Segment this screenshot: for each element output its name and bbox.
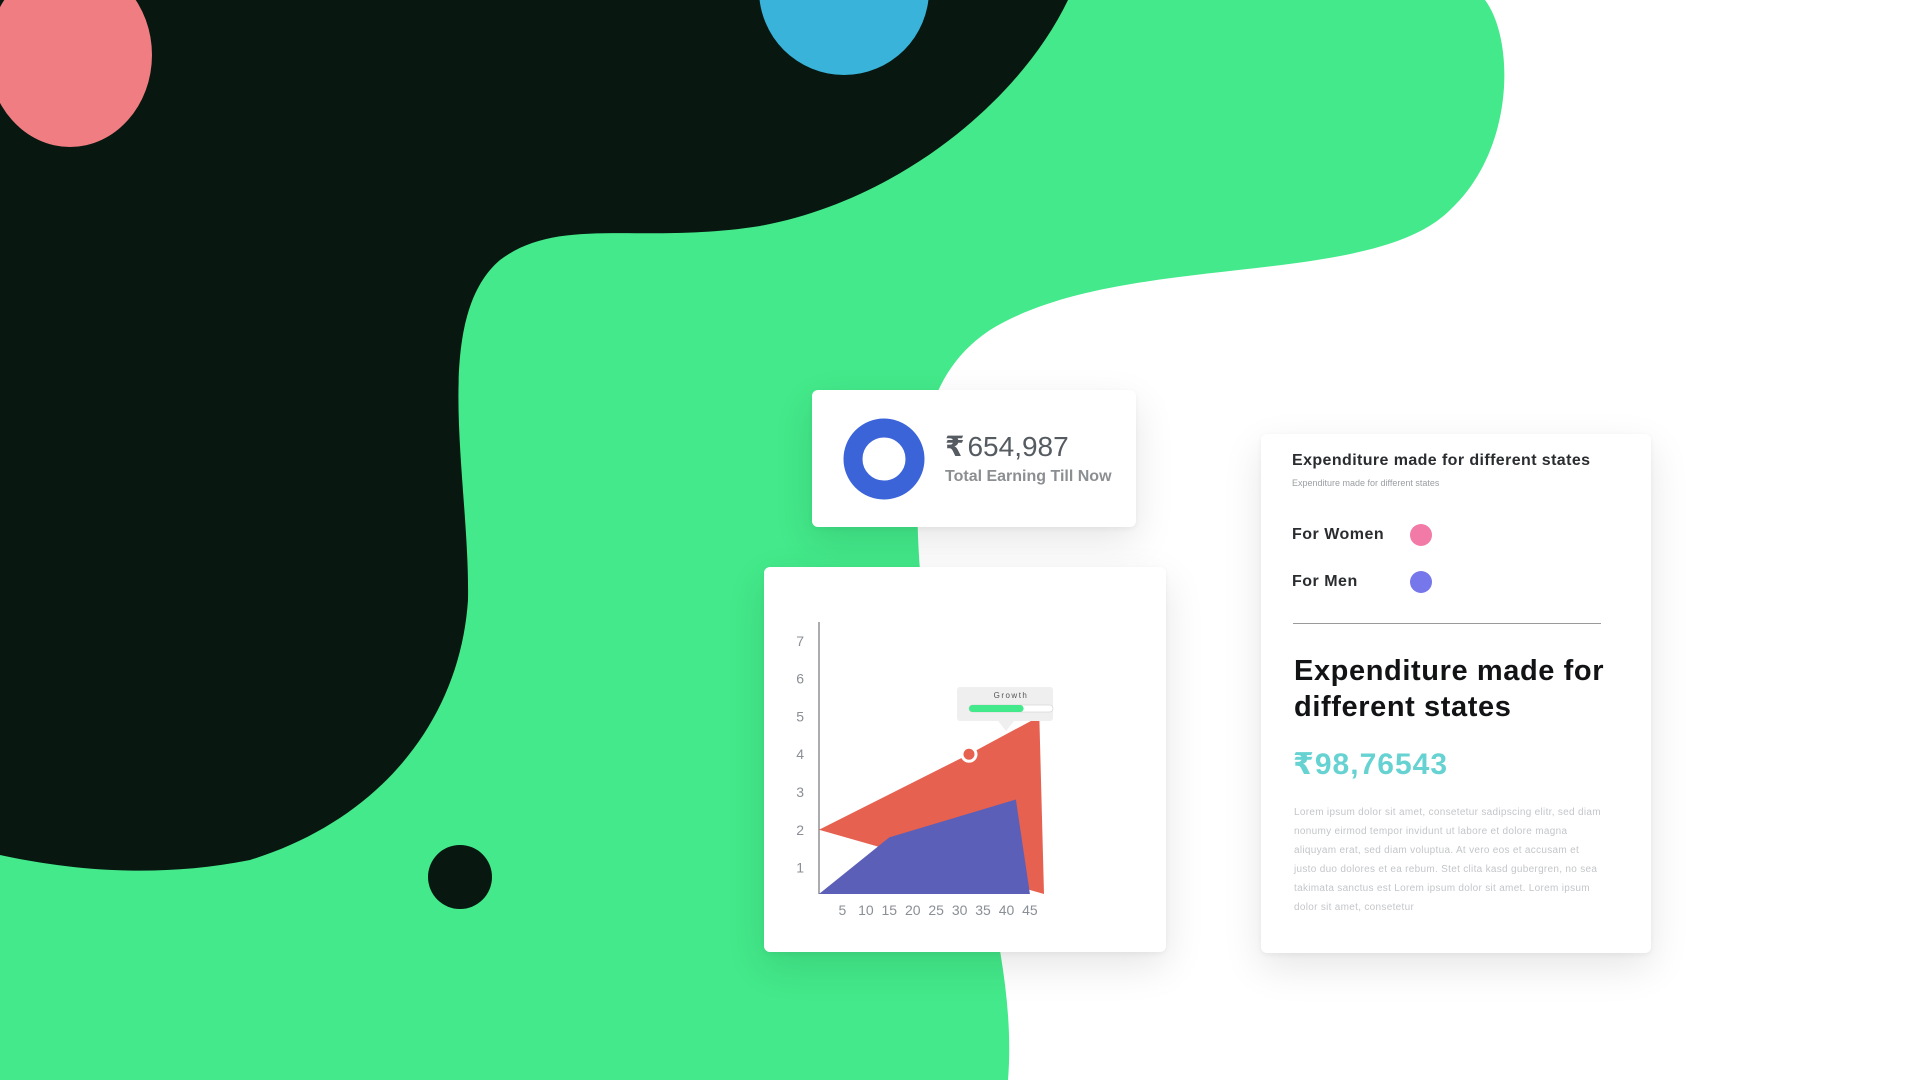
x-tick-label: 10 <box>858 902 874 918</box>
expenditure-heading: Expenditure made for different states <box>1294 655 1605 723</box>
legend-women-label: For Women <box>1292 526 1385 543</box>
highlight-point <box>960 745 978 763</box>
y-tick-label: 4 <box>796 746 804 762</box>
expenditure-value: 98,76543 <box>1314 748 1449 781</box>
y-tick-label: 3 <box>796 784 804 800</box>
card-title: Expenditure made for different states <box>1292 452 1591 469</box>
chart-areas <box>819 716 1044 894</box>
rupee-icon: ₹ <box>945 431 965 462</box>
earnings-label: Total Earning Till Now <box>945 468 1112 485</box>
expenditure-card: Expenditure made for different states Ex… <box>1261 434 1651 953</box>
women-dot-icon <box>1410 524 1432 546</box>
y-tick-label: 1 <box>796 860 804 876</box>
tooltip-progress-fill <box>969 705 1024 712</box>
chart-card: 1234567 5 10 15 20 25 30 35 40 45 Growth <box>764 567 1166 952</box>
x-tick-label: 25 <box>928 902 944 918</box>
x-ticks: 5 10 15 20 25 30 35 40 45 <box>839 902 1038 918</box>
tooltip-label: Growth <box>994 691 1029 700</box>
x-tick-label: 15 <box>882 902 898 918</box>
x-tick-label: 30 <box>952 902 968 918</box>
dark-dot <box>428 845 492 909</box>
legend-men: For Men <box>1292 570 1432 594</box>
y-tick-label: 6 <box>796 671 804 687</box>
donut-ring <box>843 418 925 500</box>
x-tick-label: 35 <box>975 902 991 918</box>
earnings-amount: ₹654,987 <box>945 430 1069 463</box>
y-tick-label: 7 <box>796 633 804 649</box>
expenditure-amount: ₹98,76543 <box>1293 747 1448 782</box>
donut-chart <box>843 418 925 500</box>
earnings-value: 654,987 <box>967 431 1069 462</box>
card-subtitle: Expenditure made for different states <box>1292 478 1440 488</box>
body-text: Lorem ipsum dolor sit amet, consetetur s… <box>1294 807 1601 913</box>
divider <box>1293 623 1601 624</box>
rupee-icon: ₹ <box>1293 748 1315 781</box>
earnings-card: ₹654,987 Total Earning Till Now <box>812 390 1136 527</box>
legend-men-label: For Men <box>1292 573 1358 590</box>
men-dot-icon <box>1410 571 1432 593</box>
x-tick-label: 40 <box>999 902 1015 918</box>
x-tick-label: 20 <box>905 902 921 918</box>
y-ticks: 1 2 3 4 5 6 7 <box>796 633 804 876</box>
x-tick-label: 45 <box>1022 902 1038 918</box>
y-tick-label: 2 <box>796 822 804 838</box>
legend-women: For Women <box>1292 523 1432 547</box>
area-chart: 1234567 5 10 15 20 25 30 35 40 45 Growth <box>796 622 1054 918</box>
y-tick-label: 5 <box>796 708 804 724</box>
x-tick-label: 5 <box>839 902 847 918</box>
